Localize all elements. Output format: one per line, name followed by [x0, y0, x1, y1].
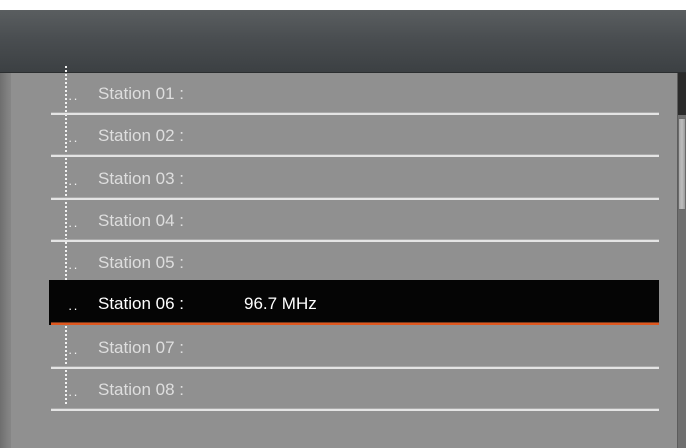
- station-label: Station 02 :: [98, 126, 185, 145]
- station-row-06-selected[interactable]: ·· Station 06 : 96.7 MHz: [49, 280, 659, 325]
- station-row-07[interactable]: ·· Station 07 :: [49, 327, 659, 369]
- tree-branch-connector-icon: ··: [68, 345, 79, 360]
- scrollbar-top-cap: [678, 73, 686, 115]
- station-row-08[interactable]: ·· Station 08 :: [49, 369, 659, 411]
- tree-branch-connector-icon: ··: [68, 133, 79, 148]
- header-bar: [0, 10, 686, 73]
- station-label: Station 05 :: [98, 253, 185, 272]
- tree-branch-connector-icon: ··: [68, 176, 79, 191]
- selection-underline: [51, 322, 659, 325]
- station-frequency: 96.7 MHz: [244, 294, 317, 313]
- station-row-03[interactable]: ·· Station 03 :: [49, 158, 659, 200]
- tree-branch-connector-icon: ··: [68, 260, 79, 275]
- station-label: Station 01 :: [98, 84, 185, 103]
- row-divider: [51, 154, 659, 157]
- station-row-02[interactable]: ·· Station 02 :: [49, 115, 659, 157]
- tree-branch-connector-icon: ··: [68, 301, 79, 316]
- tree-branch-connector-icon: ··: [68, 91, 79, 106]
- station-label: Station 06 :: [98, 294, 185, 313]
- row-divider: [51, 408, 659, 411]
- station-label: Station 03 :: [98, 169, 185, 188]
- station-label: Station 08 :: [98, 380, 185, 399]
- left-frame: [0, 73, 11, 448]
- tree-branch-connector-icon: ··: [68, 218, 79, 233]
- station-row-05[interactable]: ·· Station 05 :: [49, 242, 659, 284]
- tree-branch-connector-icon: ··: [68, 387, 79, 402]
- station-row-04[interactable]: ·· Station 04 :: [49, 200, 659, 242]
- scrollbar-thumb[interactable]: [678, 118, 686, 210]
- station-label: Station 07 :: [98, 338, 185, 357]
- station-label: Station 04 :: [98, 211, 185, 230]
- station-row-01[interactable]: ·· Station 01 :: [49, 73, 659, 115]
